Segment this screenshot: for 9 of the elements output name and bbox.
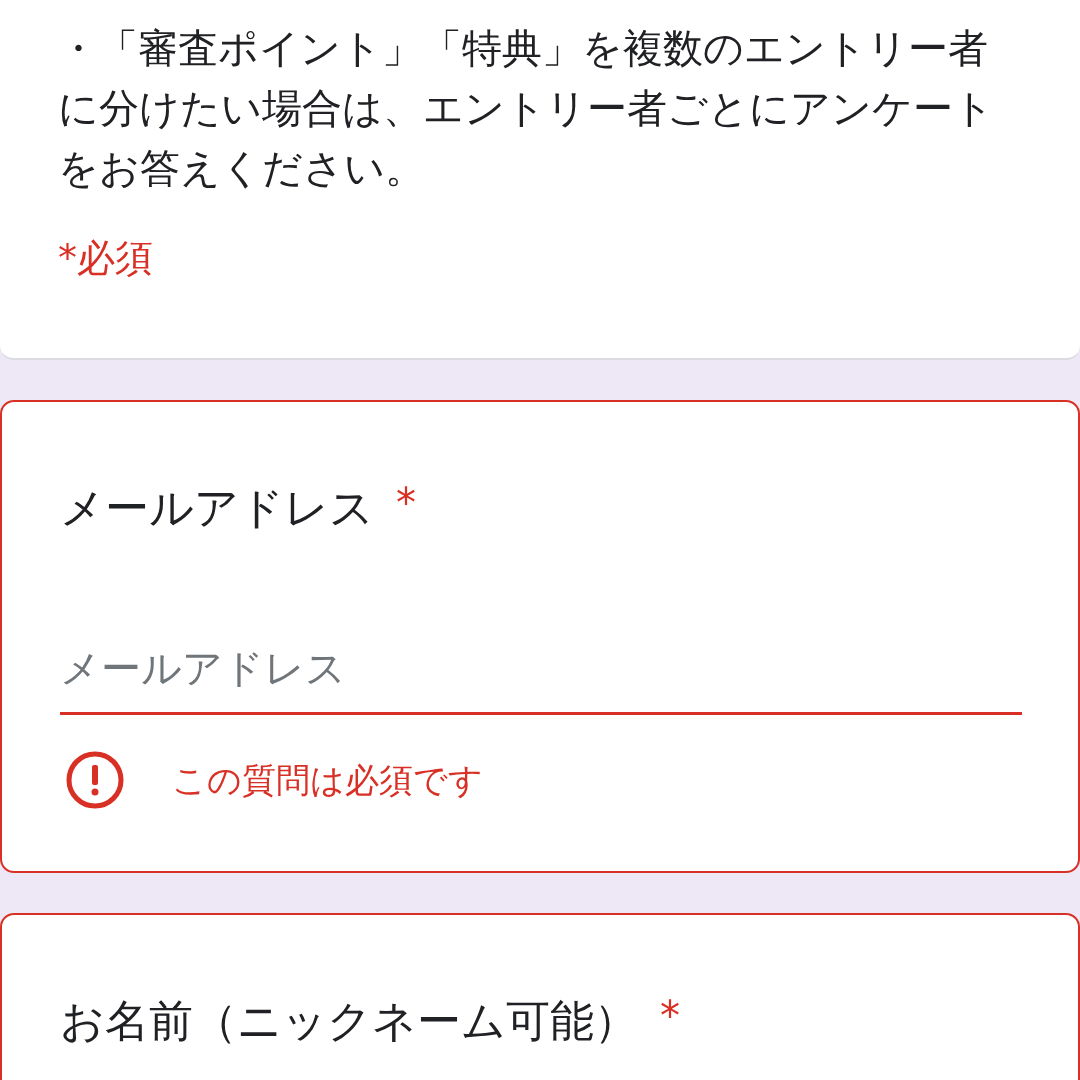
error-icon bbox=[64, 749, 126, 811]
email-field[interactable]: メールアドレス bbox=[60, 640, 1022, 715]
required-mark: * bbox=[660, 992, 680, 1041]
question-title: メールアドレス bbox=[60, 481, 374, 535]
required-note: *必須 bbox=[58, 235, 154, 282]
error-message: この質問は必須です bbox=[172, 758, 483, 802]
question-title: お名前（ニックネーム可能） bbox=[60, 994, 638, 1048]
required-mark: * bbox=[396, 479, 416, 528]
intro-text: ・「審査ポイント」「特典」を複数のエントリー者に分けたい場合は、エントリー者ごとにアンケートをお答えください。 bbox=[58, 24, 995, 193]
